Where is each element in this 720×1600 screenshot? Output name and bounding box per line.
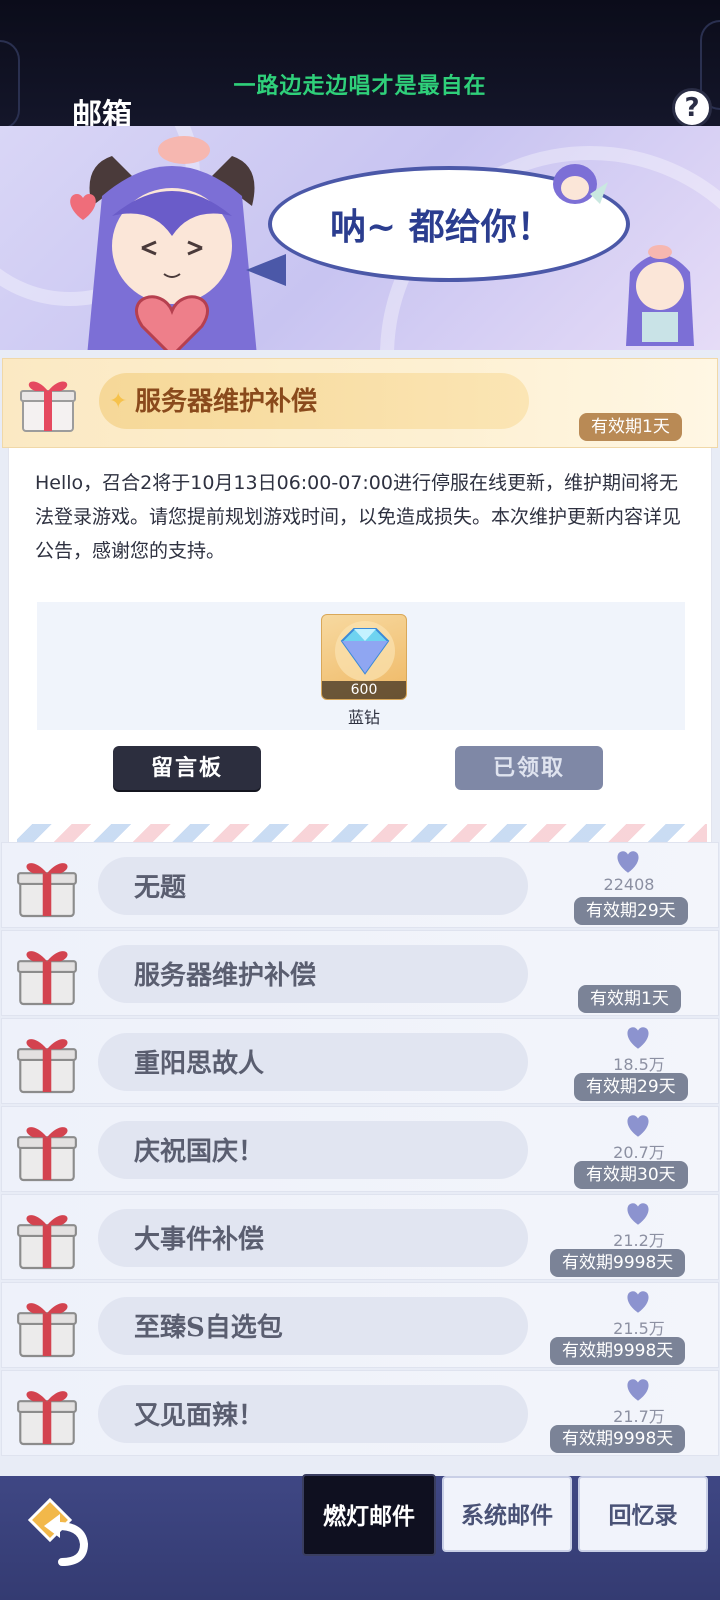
expiry-badge: 有效期30天 bbox=[574, 1161, 688, 1189]
gift-box-icon bbox=[17, 863, 77, 918]
speech-bubble-tail bbox=[246, 254, 286, 286]
mail-content: Hello，召合2将于10月13日06:00-07:00进行停服在线更新，维护期… bbox=[35, 472, 682, 562]
gift-box-icon bbox=[17, 1039, 77, 1094]
gift-box-icon bbox=[17, 951, 77, 1006]
mail-subject: 又见面辣！ bbox=[134, 1401, 265, 1431]
mail-row[interactable]: 至臻S自选包 21.5万 有效期9998天 bbox=[1, 1282, 719, 1368]
like-count: 22408 bbox=[603, 875, 655, 894]
gift-box-icon bbox=[20, 381, 76, 432]
message-board-button[interactable]: 留言板 bbox=[113, 746, 261, 790]
mail-subject: 服务器维护补偿 bbox=[135, 387, 318, 417]
gift-box-icon bbox=[17, 1215, 77, 1270]
mail-subject: 庆祝国庆！ bbox=[134, 1137, 265, 1167]
claimed-button[interactable]: 已领取 bbox=[455, 746, 603, 790]
gift-box-icon bbox=[17, 1127, 77, 1182]
mail-row[interactable]: 重阳思故人 18.5万 有效期29天 bbox=[1, 1018, 719, 1104]
mail-row[interactable]: 又见面辣！ 21.7万 有效期9998天 bbox=[1, 1370, 719, 1456]
tab-lantern-mail[interactable]: 燃灯邮件 bbox=[302, 1474, 436, 1556]
expiry-badge: 有效期1天 bbox=[579, 413, 682, 441]
heart-icon bbox=[617, 851, 639, 873]
mail-row[interactable]: 大事件补偿 21.2万 有效期9998天 bbox=[1, 1194, 719, 1280]
back-arrow-icon[interactable] bbox=[22, 1496, 94, 1568]
attachment-area: 600 蓝钻 bbox=[37, 602, 685, 730]
mail-subject: 无题 bbox=[134, 873, 187, 903]
mail-subject: 大事件补偿 bbox=[134, 1225, 265, 1255]
chibi-girl-illustration bbox=[87, 136, 257, 350]
mail-subject: 重阳思故人 bbox=[134, 1049, 265, 1079]
tab-system-mail[interactable]: 系统邮件 bbox=[442, 1476, 572, 1552]
sparkle-icon: ✦ bbox=[109, 389, 128, 414]
attachment-item[interactable]: 600 bbox=[321, 614, 407, 700]
mail-detail-header[interactable]: ✦ 服务器维护补偿 有效期1天 bbox=[2, 358, 718, 448]
expiry-badge: 有效期1天 bbox=[578, 985, 681, 1013]
mail-list: 无题 22408 有效期29天 服务器维护补偿 有效期1天 重阳思故人 18.5… bbox=[0, 842, 720, 1458]
question-mark-icon[interactable]: ? bbox=[672, 88, 712, 128]
gift-box-icon bbox=[17, 1303, 77, 1358]
mail-subject: 服务器维护补偿 bbox=[134, 961, 317, 991]
mail-row[interactable]: 庆祝国庆！ 20.7万 有效期30天 bbox=[1, 1106, 719, 1192]
heart-decoration-icon bbox=[70, 194, 96, 220]
diamond-icon bbox=[335, 621, 395, 681]
gift-box-icon bbox=[17, 1391, 77, 1446]
mail-body: Hello，召合2将于10月13日06:00-07:00进行停服在线更新，维护期… bbox=[8, 448, 712, 842]
flying-chibi-illustration bbox=[553, 164, 608, 204]
expiry-badge: 有效期29天 bbox=[574, 1073, 688, 1101]
expiry-badge: 有效期9998天 bbox=[550, 1337, 686, 1365]
mail-row[interactable]: 无题 22408 有效期29天 bbox=[1, 842, 719, 928]
expiry-badge: 有效期29天 bbox=[574, 897, 688, 925]
mailbox-banner: 呐~ 都给你！ bbox=[0, 126, 720, 350]
heart-icon bbox=[627, 1027, 649, 1049]
heart-icon bbox=[627, 1115, 649, 1137]
mail-subject: 至臻S自选包 bbox=[134, 1313, 283, 1343]
like-count: 21.5万 bbox=[613, 1319, 665, 1338]
expiry-badge: 有效期9998天 bbox=[550, 1249, 686, 1277]
expiry-badge: 有效期9998天 bbox=[550, 1425, 686, 1453]
mail-detail: ✦ 服务器维护补偿 有效期1天 Hello，召合2将于10月13日06:00-0… bbox=[0, 358, 720, 842]
like-count: 20.7万 bbox=[613, 1143, 665, 1162]
heart-icon bbox=[627, 1379, 649, 1401]
top-bar: 一路边走边唱才是最自在 邮箱 ? bbox=[0, 0, 720, 133]
attachment-name: 蓝钻 bbox=[347, 708, 380, 727]
heart-icon bbox=[627, 1203, 649, 1225]
tab-memoir[interactable]: 回忆录 bbox=[578, 1476, 708, 1552]
bottom-bar: 燃灯邮件 系统邮件 回忆录 bbox=[0, 1474, 720, 1600]
heart-icon bbox=[627, 1291, 649, 1313]
attachment-quantity: 600 bbox=[322, 681, 406, 699]
like-count: 21.7万 bbox=[613, 1407, 665, 1426]
small-chibi-illustration bbox=[626, 245, 694, 346]
like-count: 18.5万 bbox=[613, 1055, 665, 1074]
mail-row[interactable]: 服务器维护补偿 有效期1天 bbox=[1, 930, 719, 1016]
airmail-border bbox=[17, 824, 707, 842]
like-count: 21.2万 bbox=[613, 1231, 665, 1250]
